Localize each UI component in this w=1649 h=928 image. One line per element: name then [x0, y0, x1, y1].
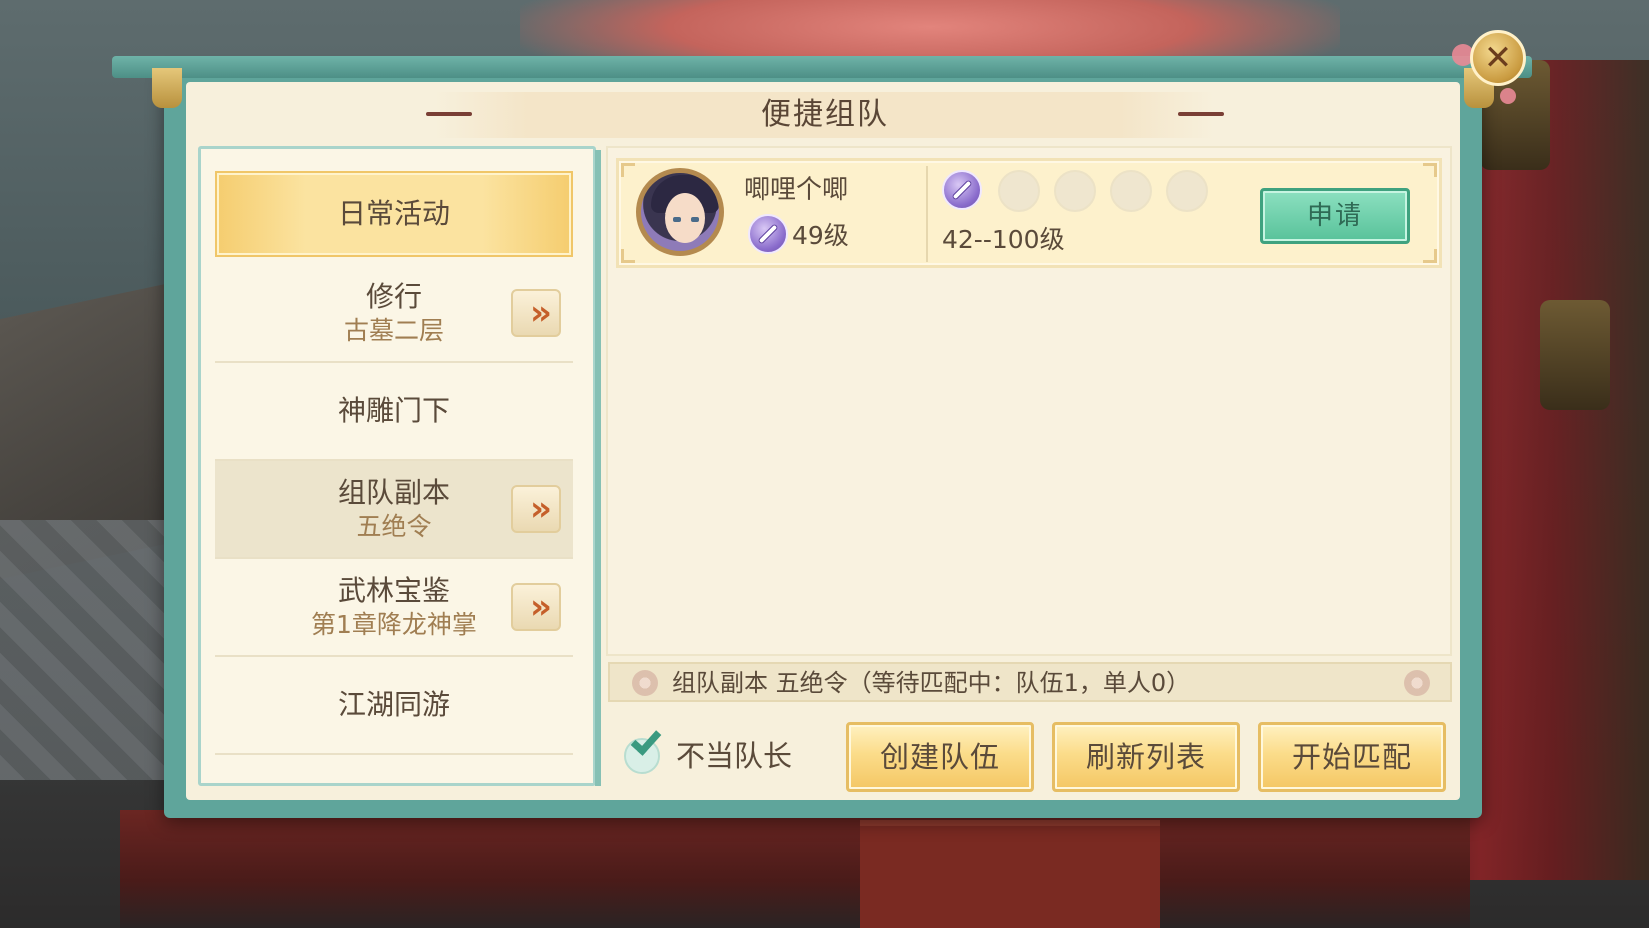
dialog-title: 便捷组队	[761, 97, 889, 132]
empty-member-slot	[1166, 170, 1208, 212]
flower-ornament-icon	[632, 670, 658, 696]
frame-ornament	[152, 68, 182, 108]
avatar-eye	[673, 217, 681, 222]
roof-bottom-background	[120, 810, 1470, 928]
sidebar-item[interactable]: 江湖同游	[215, 657, 573, 755]
sidebar-item-label: 江湖同游	[337, 688, 450, 721]
row-corner-ornament	[621, 163, 635, 177]
sidebar-item-label: 武林宝鉴	[337, 574, 450, 607]
sidebar-item[interactable]: 神雕门下	[215, 363, 573, 461]
sidebar-item[interactable]: 武林宝鉴第1章降龙神掌 »	[215, 559, 573, 657]
double-chevron-right-icon[interactable]: »	[511, 289, 561, 337]
empty-member-slot	[1110, 170, 1152, 212]
activity-list: 日常活动修行古墓二层 » 神雕门下组队副本五绝令 » 武林宝鉴第1章降龙神掌 » 江湖同游	[215, 171, 573, 755]
sidebar-item-sublabel: 古墓二层	[343, 316, 444, 345]
not-leader-checkbox[interactable]	[622, 724, 666, 774]
row-divider	[926, 166, 928, 262]
row-corner-ornament	[1423, 249, 1437, 263]
dialog-top-beam	[112, 56, 1532, 78]
stone-floor-background	[0, 520, 180, 780]
apply-button[interactable]: 申请	[1260, 188, 1410, 244]
close-icon: ✕	[1483, 38, 1513, 78]
close-button[interactable]: ✕	[1470, 30, 1526, 86]
sidebar-divider	[595, 150, 601, 786]
start-match-button[interactable]: 开始匹配	[1258, 722, 1446, 792]
empty-member-slot	[1054, 170, 1096, 212]
row-corner-ornament	[621, 249, 635, 263]
double-chevron-right-icon[interactable]: »	[511, 583, 561, 631]
sidebar-item-sublabel: 第1章降龙神掌	[311, 610, 477, 639]
create-team-button[interactable]: 创建队伍	[846, 722, 1034, 792]
level-range: 42--100级	[942, 225, 1065, 254]
sidebar-item-sublabel: 五绝令	[356, 512, 432, 541]
not-leader-label[interactable]: 不当队长	[676, 736, 792, 776]
refresh-list-button[interactable]: 刷新列表	[1052, 722, 1240, 792]
title-rod-right	[1178, 112, 1224, 116]
empty-member-slot	[998, 170, 1040, 212]
sidebar-item-label: 组队副本	[337, 476, 450, 509]
row-corner-ornament	[1423, 163, 1437, 177]
leader-name: 唧哩个唧	[744, 175, 849, 205]
sidebar-item[interactable]: 组队副本五绝令 »	[215, 461, 573, 559]
activity-sidebar: 日常活动修行古墓二层 » 神雕门下组队副本五绝令 » 武林宝鉴第1章降龙神掌 » 江湖同游	[198, 146, 596, 786]
roof-bottom-background	[860, 820, 1160, 928]
sidebar-item-label: 修行	[365, 280, 422, 313]
pillar-cap	[1540, 300, 1610, 410]
sidebar-item-label: 神雕门下	[337, 394, 450, 427]
flower-ornament-icon	[1404, 670, 1430, 696]
blossom-decoration	[1500, 88, 1516, 104]
leader-level: 49级	[792, 221, 849, 250]
sidebar-item[interactable]: 修行古墓二层 »	[215, 265, 573, 363]
purple-sword-class-icon	[748, 214, 788, 254]
avatar-face	[665, 193, 705, 243]
sidebar-item-label: 日常活动	[337, 197, 450, 230]
avatar-eye	[691, 217, 699, 222]
match-status-text: 组队副本 五绝令（等待匹配中：队伍1，单人0）	[672, 669, 1191, 697]
double-chevron-right-icon[interactable]: »	[511, 485, 561, 533]
title-rod-left	[426, 112, 472, 116]
purple-sword-class-icon	[942, 170, 982, 210]
leader-avatar[interactable]	[636, 168, 724, 256]
sidebar-item[interactable]: 日常活动	[215, 171, 573, 257]
